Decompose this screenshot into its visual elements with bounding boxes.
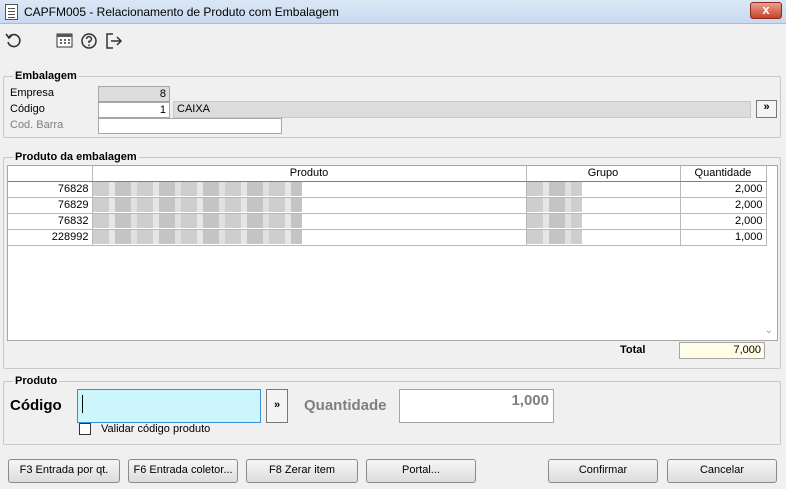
cancelar-button[interactable]: Cancelar xyxy=(667,459,777,483)
cell-code: 76832 xyxy=(8,213,93,230)
cell-grupo xyxy=(526,229,681,246)
table-header-row: Produto Grupo Quantidade xyxy=(8,166,767,182)
embalagem-lookup-button[interactable]: » xyxy=(756,100,777,118)
quantidade-input[interactable]: 1,000 xyxy=(399,389,554,423)
produto-table: Produto Grupo Quantidade 76828 2,000 768… xyxy=(8,166,767,246)
column-header-grupo[interactable]: Grupo xyxy=(526,166,681,182)
redacted-produto xyxy=(92,198,302,212)
quantidade-label: Quantidade xyxy=(304,397,387,414)
window-title: CAPFM005 - Relacionamento de Produto com… xyxy=(24,5,339,19)
cell-code: 228992 xyxy=(8,229,93,246)
codigo-embalagem-field[interactable]: 1 xyxy=(98,102,170,118)
table-row[interactable]: 76828 2,000 xyxy=(8,181,767,198)
redacted-grupo xyxy=(526,230,582,244)
redacted-produto xyxy=(92,230,302,244)
refresh-icon[interactable] xyxy=(4,31,24,51)
cell-grupo xyxy=(526,197,681,214)
cell-quantidade: 2,000 xyxy=(680,181,767,198)
column-header-quantidade[interactable]: Quantidade xyxy=(680,166,767,182)
embalagem-description: CAIXA xyxy=(173,101,751,118)
redacted-produto xyxy=(92,182,302,196)
produto-grid[interactable]: Produto Grupo Quantidade 76828 2,000 768… xyxy=(7,165,778,341)
cell-code: 76828 xyxy=(8,181,93,198)
help-icon[interactable] xyxy=(79,31,99,51)
text-cursor xyxy=(82,395,83,413)
redacted-grupo xyxy=(526,182,582,196)
cell-grupo xyxy=(526,181,681,198)
redacted-produto xyxy=(92,214,302,228)
app-document-icon xyxy=(5,4,18,20)
title-bar: CAPFM005 - Relacionamento de Produto com… xyxy=(0,0,786,24)
validar-label[interactable]: Validar código produto xyxy=(101,423,210,435)
column-header-produto[interactable]: Produto xyxy=(92,166,527,182)
produto-codigo-label: Código xyxy=(10,397,62,414)
column-header-code xyxy=(8,166,93,182)
f3-entrada-button[interactable]: F3 Entrada por qt. xyxy=(8,459,120,483)
f8-zerar-item-button[interactable]: F8 Zerar item xyxy=(246,459,358,483)
cell-produto xyxy=(92,229,527,246)
scroll-down-icon[interactable]: ⌄ xyxy=(765,325,773,336)
total-value: 7,000 xyxy=(679,342,765,359)
cell-quantidade: 2,000 xyxy=(680,213,767,230)
cell-code: 76829 xyxy=(8,197,93,214)
confirmar-button[interactable]: Confirmar xyxy=(548,459,658,483)
empresa-label: Empresa xyxy=(10,87,55,99)
cell-produto xyxy=(92,197,527,214)
produto-lookup-button[interactable]: » xyxy=(266,389,288,423)
portal-button[interactable]: Portal... xyxy=(366,459,476,483)
redacted-grupo xyxy=(526,214,582,228)
redacted-grupo xyxy=(526,198,582,212)
empresa-field: 8 xyxy=(98,86,170,102)
produto-legend: Produto xyxy=(13,375,60,387)
produto-codigo-input[interactable] xyxy=(77,389,261,423)
table-row[interactable]: 228992 1,000 xyxy=(8,229,767,246)
codigo-embalagem-label: Código xyxy=(10,103,45,115)
cell-quantidade: 2,000 xyxy=(680,197,767,214)
cell-quantidade: 1,000 xyxy=(680,229,767,246)
calculator-icon[interactable] xyxy=(55,31,75,51)
cell-produto xyxy=(92,181,527,198)
exit-icon[interactable] xyxy=(104,31,124,51)
cod-barra-label: Cod. Barra xyxy=(10,119,64,131)
embalagem-legend: Embalagem xyxy=(13,70,79,82)
table-row[interactable]: 76832 2,000 xyxy=(8,213,767,230)
total-label: Total xyxy=(620,344,646,356)
validar-checkbox[interactable] xyxy=(79,423,91,435)
table-row[interactable]: 76829 2,000 xyxy=(8,197,767,214)
cod-barra-field[interactable] xyxy=(98,118,282,134)
toolbar xyxy=(0,26,786,56)
cell-grupo xyxy=(526,213,681,230)
f6-entrada-coletor-button[interactable]: F6 Entrada coletor... xyxy=(128,459,238,483)
cell-produto xyxy=(92,213,527,230)
close-button[interactable]: x xyxy=(750,2,782,19)
produto-embalagem-legend: Produto da embalagem xyxy=(13,151,139,163)
